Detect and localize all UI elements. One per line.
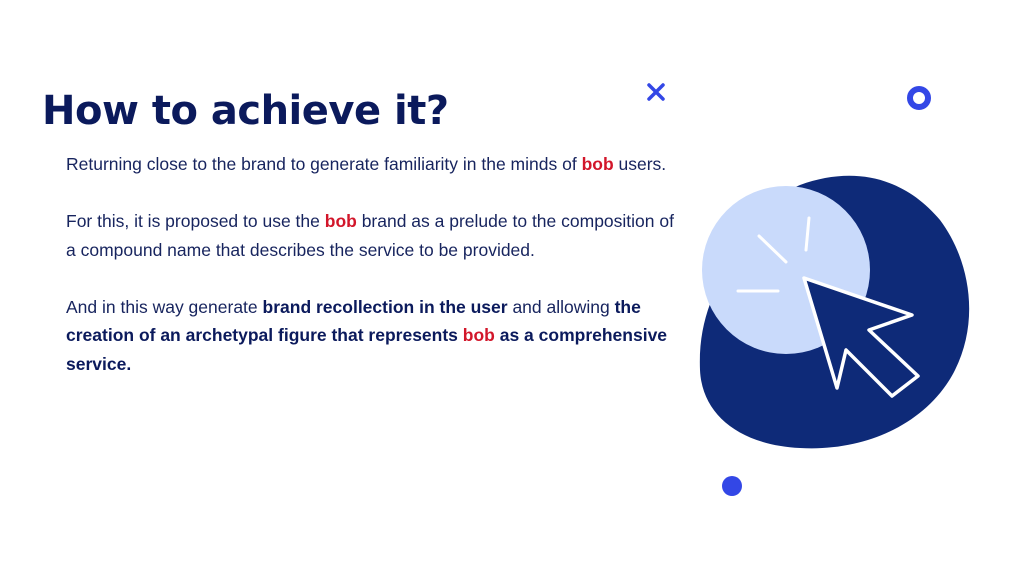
- paragraph: For this, it is proposed to use the bob …: [66, 207, 676, 264]
- brand-name: bob: [581, 154, 614, 174]
- body-text: Returning close to the brand to generate…: [66, 150, 676, 378]
- slide: How to achieve it? Returning close to th…: [0, 0, 1024, 576]
- paragraph: Returning close to the brand to generate…: [66, 150, 676, 179]
- text-run: And in this way generate: [66, 296, 263, 317]
- dot-icon: [722, 476, 742, 496]
- close-icon: [647, 83, 665, 101]
- brand-name: bob: [324, 211, 357, 231]
- brand-name: bob: [462, 325, 495, 345]
- ring-icon: [907, 86, 931, 110]
- emphasis-text: brand recollection in the user: [262, 296, 508, 317]
- click-cursor-illustration: [647, 83, 970, 496]
- text-run: and allowing: [507, 296, 615, 317]
- slide-title: How to achieve it?: [42, 88, 449, 134]
- paragraph: And in this way generate brand recollect…: [66, 293, 676, 379]
- text-run: Returning close to the brand to generate…: [66, 154, 582, 174]
- text-run: For this, it is proposed to use the: [66, 211, 325, 231]
